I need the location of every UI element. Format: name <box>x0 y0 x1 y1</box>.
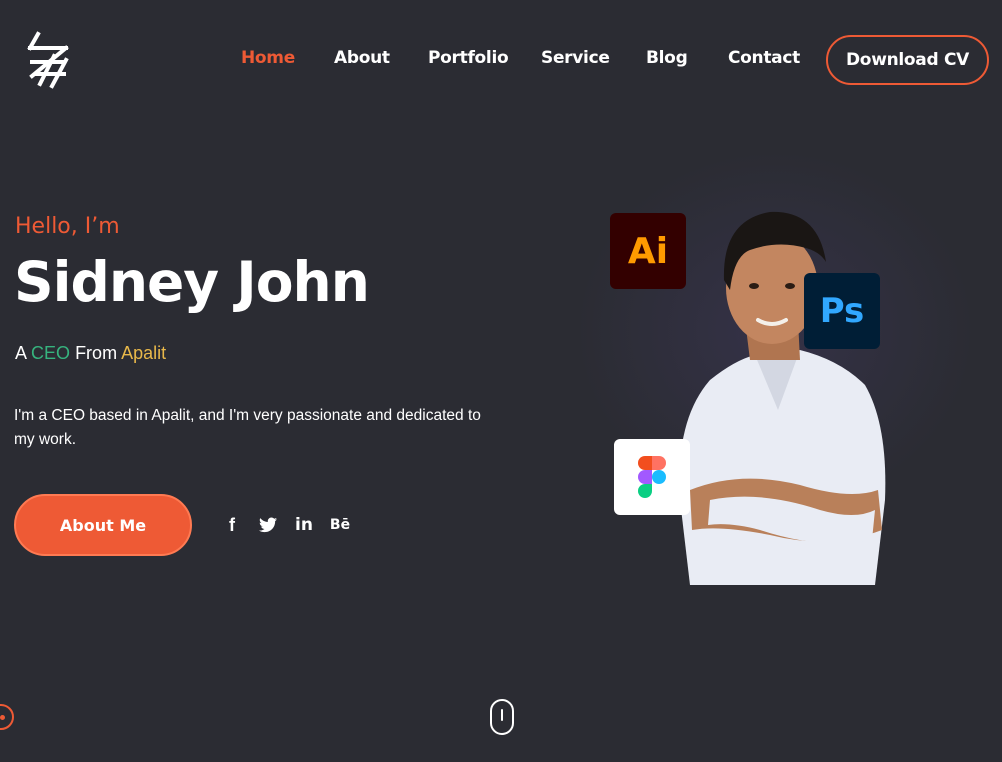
nav-blog[interactable]: Blog <box>646 48 688 68</box>
role-prefix: A <box>15 343 27 363</box>
role-location: Apalit <box>121 343 167 363</box>
role-from: From <box>75 343 118 363</box>
linkedin-icon[interactable]: in <box>293 514 315 536</box>
facebook-icon[interactable]: f <box>221 514 243 536</box>
twitter-icon[interactable] <box>257 514 279 536</box>
side-nav-dot[interactable] <box>0 704 14 730</box>
hero-name: Sidney John <box>14 250 370 314</box>
profile-photo <box>679 211 886 585</box>
nav-contact[interactable]: Contact <box>728 48 800 68</box>
nav-about[interactable]: About <box>334 48 390 68</box>
figma-badge <box>614 439 690 515</box>
download-cv-button[interactable]: Download CV <box>826 35 989 85</box>
nav-portfolio[interactable]: Portfolio <box>428 48 509 68</box>
hero-greeting: Hello, I’m <box>15 214 120 239</box>
role-title: CEO <box>31 343 71 363</box>
nav-service[interactable]: Service <box>541 48 610 68</box>
photoshop-icon: Ps <box>819 291 865 331</box>
photoshop-badge: Ps <box>804 273 880 349</box>
scroll-down-icon[interactable] <box>490 699 514 735</box>
illustrator-icon: Ai <box>627 230 669 272</box>
about-me-button[interactable]: About Me <box>14 494 192 556</box>
nav-home[interactable]: Home <box>241 48 295 68</box>
behance-icon[interactable]: Bē <box>329 514 351 536</box>
hero-bio: I'm a CEO based in Apalit, and I'm very … <box>14 407 481 448</box>
illustrator-badge: Ai <box>610 213 686 289</box>
figma-icon <box>638 456 666 498</box>
hero-role-line: A CEO From Apalit <box>15 343 166 364</box>
social-links: f in Bē <box>221 514 351 536</box>
